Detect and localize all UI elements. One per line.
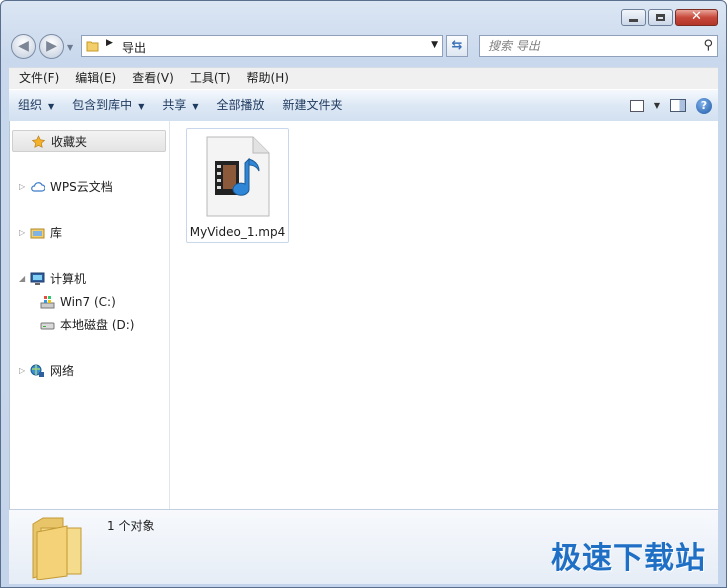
network-icon: [30, 364, 44, 377]
address-dropdown-icon[interactable]: ▼: [431, 40, 438, 50]
folder-icon: [86, 41, 99, 52]
include-library-button[interactable]: 包含到库中 ▼: [63, 90, 153, 121]
command-bar-right: ▼ ?: [629, 90, 712, 121]
chevron-down-icon: ▼: [192, 102, 199, 111]
caption-buttons: ✕: [621, 9, 718, 28]
close-icon: ✕: [691, 9, 702, 24]
share-button[interactable]: 共享 ▼: [153, 90, 207, 121]
forward-button[interactable]: ▶: [39, 34, 64, 59]
nav-item-drive-c[interactable]: Win7 (C:): [10, 291, 168, 313]
maximize-icon: [656, 14, 665, 21]
change-view-icon[interactable]: [629, 99, 644, 112]
nav-item-favorites[interactable]: 收藏夹: [12, 130, 166, 152]
folder-icon: [32, 517, 82, 580]
nav-item-label: 网络: [50, 364, 75, 378]
search-icon[interactable]: ⚲: [703, 38, 713, 53]
navigation-bar: ◀ ▶ ▼ ▶ 导出 ▼ ⇆ ⚲: [9, 34, 718, 60]
nav-item-computer[interactable]: ◢ 计算机: [10, 268, 168, 290]
nav-item-label: 计算机: [50, 272, 87, 286]
watermark-logo: 极速下载站: [551, 541, 706, 576]
star-icon: [31, 135, 46, 148]
play-all-button[interactable]: 全部播放: [208, 90, 274, 121]
menu-edit[interactable]: 编辑(E): [67, 68, 124, 89]
file-item[interactable]: MyVideo_1.mp4: [186, 128, 289, 243]
nav-item-label: WPS云文档: [50, 180, 113, 194]
nav-item-label: 收藏夹: [51, 135, 88, 149]
close-button[interactable]: ✕: [675, 9, 718, 26]
maximize-button[interactable]: [648, 9, 673, 26]
chevron-down-icon: ▼: [48, 102, 55, 111]
new-folder-button[interactable]: 新建文件夹: [274, 90, 352, 121]
organize-label: 组织: [18, 98, 43, 112]
nav-item-drive-d[interactable]: 本地磁盘 (D:): [10, 314, 168, 336]
minimize-button[interactable]: [621, 9, 646, 26]
preview-pane-icon[interactable]: [670, 99, 686, 112]
view-dropdown-icon[interactable]: ▼: [654, 101, 660, 110]
chevron-down-icon: ▼: [138, 102, 145, 111]
explorer-window: ✕ ◀ ▶ ▼ ▶ 导出 ▼ ⇆ ⚲ 文件(F) 编辑(E) 查看(V) 工具(…: [0, 0, 727, 588]
breadcrumb-current[interactable]: 导出: [122, 39, 146, 56]
expand-icon[interactable]: ▷: [19, 222, 25, 244]
expand-icon[interactable]: ▷: [19, 360, 25, 382]
address-bar[interactable]: ▶ 导出 ▼: [81, 35, 443, 57]
refresh-button[interactable]: ⇆: [446, 35, 468, 57]
minimize-icon: [629, 19, 638, 22]
collapse-icon[interactable]: ◢: [19, 268, 25, 290]
file-name: MyVideo_1.mp4: [189, 225, 286, 239]
system-drive-icon: [40, 296, 55, 309]
breadcrumb-arrow-icon[interactable]: ▶: [106, 38, 113, 48]
item-count: 1 个对象: [107, 519, 155, 533]
back-button[interactable]: ◀: [11, 34, 36, 59]
menu-view[interactable]: 查看(V): [124, 68, 182, 89]
menu-file[interactable]: 文件(F): [11, 68, 67, 89]
cloud-icon: [31, 182, 45, 192]
help-icon[interactable]: ?: [696, 97, 712, 114]
nav-item-libraries[interactable]: ▷ 库: [10, 222, 168, 244]
nav-item-wps-cloud[interactable]: ▷ WPS云文档: [10, 176, 168, 198]
search-box[interactable]: ⚲: [479, 35, 718, 57]
expand-icon[interactable]: ▷: [19, 176, 25, 198]
include-library-label: 包含到库中: [72, 98, 133, 112]
recent-pages-dropdown[interactable]: ▼: [67, 43, 73, 52]
organize-button[interactable]: 组织 ▼: [9, 90, 63, 121]
menu-help[interactable]: 帮助(H): [239, 68, 297, 89]
library-icon: [30, 228, 45, 239]
nav-item-network[interactable]: ▷ 网络: [10, 360, 168, 382]
menu-tools[interactable]: 工具(T): [182, 68, 239, 89]
nav-item-label: 本地磁盘 (D:): [60, 318, 135, 332]
share-label: 共享: [162, 98, 187, 112]
nav-item-label: 库: [50, 226, 63, 240]
computer-icon: [30, 272, 45, 285]
hard-drive-icon: [40, 322, 55, 330]
navigation-pane: 收藏夹 ▷ WPS云文档 ▷ 库 ◢ 计算机 Win7 (C:) 本地磁盘 (D…: [10, 121, 170, 509]
content-area: 收藏夹 ▷ WPS云文档 ▷ 库 ◢ 计算机 Win7 (C:) 本地磁盘 (D…: [9, 121, 718, 509]
menu-bar: 文件(F) 编辑(E) 查看(V) 工具(T) 帮助(H): [9, 67, 718, 89]
search-input[interactable]: [486, 38, 690, 54]
video-file-icon: [206, 136, 270, 217]
nav-item-label: Win7 (C:): [60, 295, 116, 309]
command-bar: 组织 ▼ 包含到库中 ▼ 共享 ▼ 全部播放 新建文件夹 ▼ ?: [9, 89, 718, 122]
